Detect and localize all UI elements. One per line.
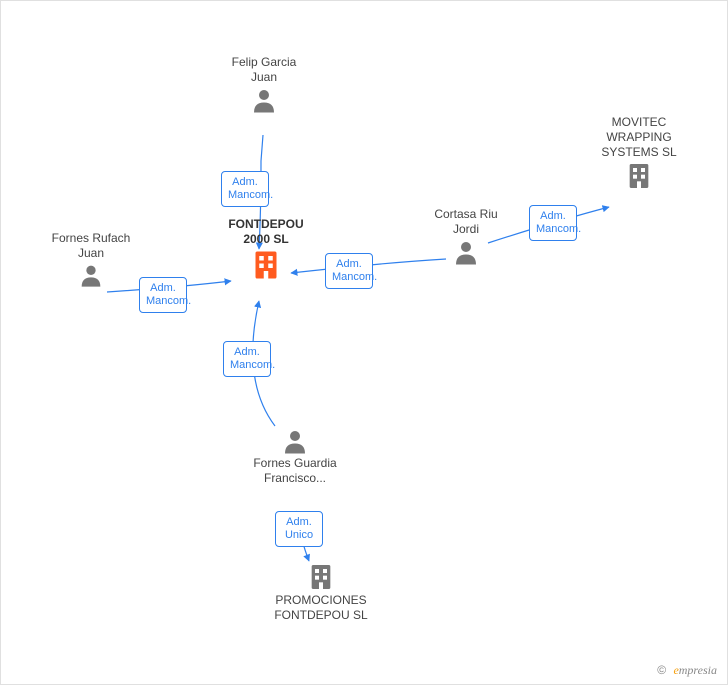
company-movitec[interactable]: MOVITEC WRAPPING SYSTEMS SL [589, 115, 689, 192]
edge-felip-center: Adm. Mancom. [221, 171, 269, 207]
person-cortasa[interactable]: Cortasa Riu Jordi [421, 207, 511, 267]
company-promociones-label: PROMOCIONES FONTDEPOU SL [261, 593, 381, 623]
person-icon [46, 261, 136, 289]
building-icon [261, 561, 381, 593]
building-icon [221, 247, 311, 283]
diagram-canvas: FONTDEPOU 2000 SL Felip Garcia Juan Forn… [0, 0, 728, 685]
copyright-symbol: © [657, 663, 666, 677]
person-felip[interactable]: Felip Garcia Juan [219, 55, 309, 115]
brand-rest: mpresia [679, 663, 717, 677]
company-center-label: FONTDEPOU 2000 SL [221, 217, 311, 247]
building-icon [589, 160, 689, 192]
person-icon [421, 237, 511, 267]
edge-fornesr-center: Adm. Mancom. [139, 277, 187, 313]
edge-fornesg-center: Adm. Mancom. [223, 341, 271, 377]
person-fornes-guardia[interactable]: Fornes Guardia Francisco... [245, 426, 345, 486]
edge-cortasa-movitec: Adm. Mancom. [529, 205, 577, 241]
footer-brand: © empresia [657, 663, 717, 678]
company-movitec-label: MOVITEC WRAPPING SYSTEMS SL [589, 115, 689, 160]
edge-fornesg-promo: Adm. Unico [275, 511, 323, 547]
person-felip-label: Felip Garcia Juan [219, 55, 309, 85]
edge-cortasa-center: Adm. Mancom. [325, 253, 373, 289]
person-icon [219, 85, 309, 115]
company-center[interactable]: FONTDEPOU 2000 SL [221, 217, 311, 283]
person-icon [245, 426, 345, 456]
person-fornes-rufach-label: Fornes Rufach Juan [46, 231, 136, 261]
person-fornes-guardia-label: Fornes Guardia Francisco... [245, 456, 345, 486]
company-promociones[interactable]: PROMOCIONES FONTDEPOU SL [261, 561, 381, 623]
person-cortasa-label: Cortasa Riu Jordi [421, 207, 511, 237]
person-fornes-rufach[interactable]: Fornes Rufach Juan [46, 231, 136, 289]
